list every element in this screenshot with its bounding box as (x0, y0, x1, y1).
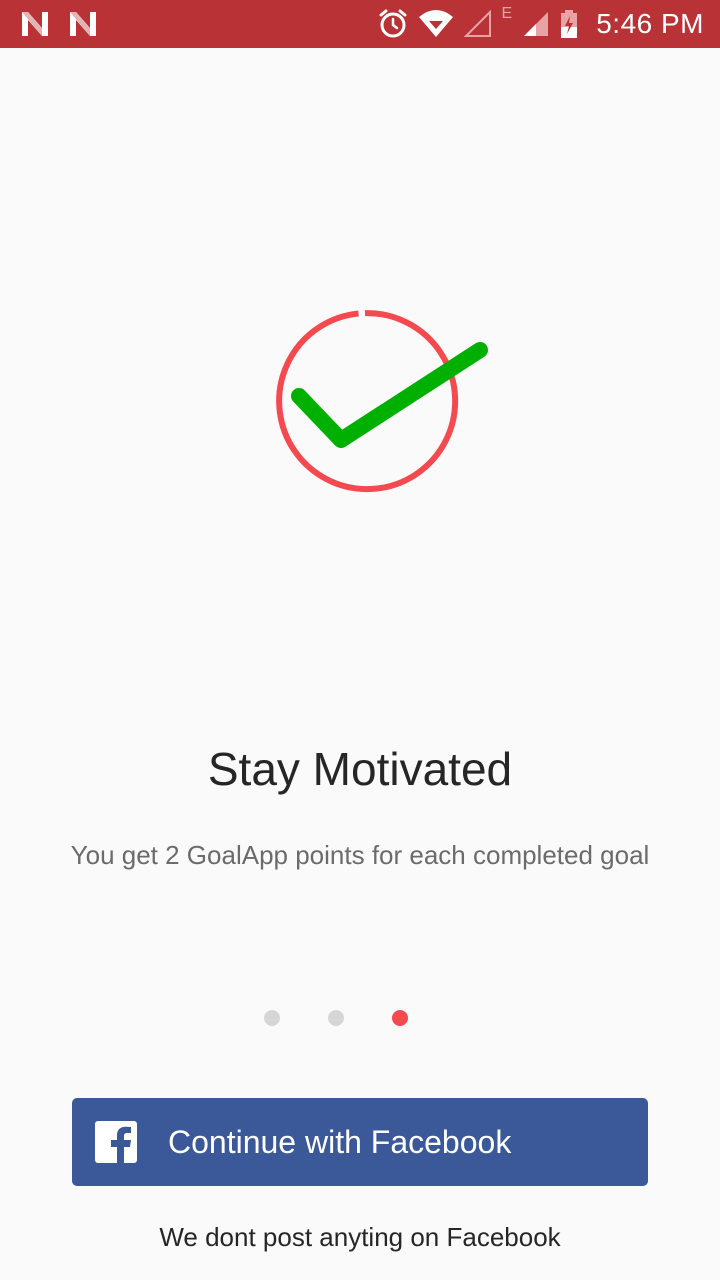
notification-icons (20, 10, 98, 38)
status-time: 5:46 PM (596, 8, 704, 39)
facebook-button-label: Continue with Facebook (168, 1124, 512, 1160)
alarm-icon (379, 9, 407, 38)
system-icons: E 5:46 PM (378, 0, 704, 48)
checkmark-circle-icon (255, 300, 495, 500)
facebook-icon (95, 1121, 137, 1163)
page-dot-1[interactable] (264, 1010, 280, 1026)
page-title: Stay Motivated (207, 743, 513, 795)
page-indicator (0, 1010, 720, 1026)
cell-signal-icon (463, 10, 491, 37)
continue-with-facebook-button[interactable]: Continue with Facebook (72, 1098, 648, 1186)
n-notification-icon (22, 12, 48, 36)
page-subtitle: You get 2 GoalApp points for each comple… (70, 840, 650, 870)
cell-signal-icon (524, 12, 549, 36)
battery-charging-icon (561, 10, 578, 38)
page-dot-2[interactable] (328, 1010, 344, 1026)
wifi-icon (418, 10, 453, 37)
n-notification-icon (70, 12, 96, 36)
page-dot-3[interactable] (392, 1010, 408, 1026)
network-type-label: E (501, 5, 513, 22)
facebook-disclaimer: We dont post anyting on Facebook (159, 1222, 561, 1252)
status-bar: E 5:46 PM (0, 0, 720, 48)
